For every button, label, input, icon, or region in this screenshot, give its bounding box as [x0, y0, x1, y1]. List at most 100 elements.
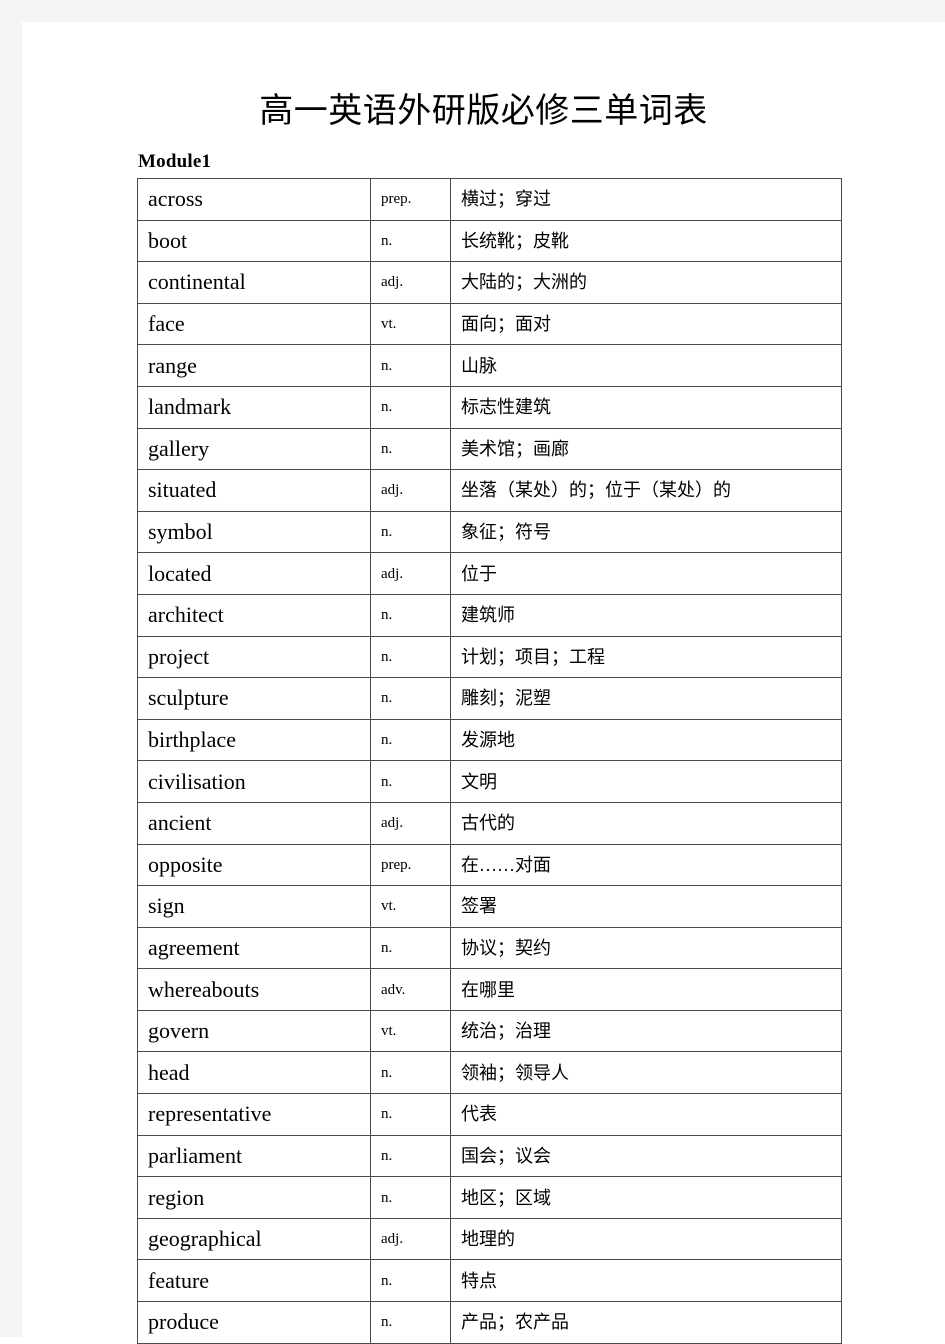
table-row: sculpture n. 雕刻；泥塑	[137, 677, 842, 720]
table-row: located adj. 位于	[137, 552, 842, 595]
page-left-margin	[0, 0, 22, 1337]
word-cell: opposite	[137, 843, 371, 887]
definition-cell: 计划；项目；工程	[450, 635, 842, 679]
table-row: geographical adj. 地理的	[137, 1217, 842, 1261]
part-of-speech-cell: vt.	[370, 302, 451, 346]
definition-cell: 地理的	[450, 1217, 842, 1261]
part-of-speech-cell: vt.	[370, 1009, 451, 1053]
definition-cell: 雕刻；泥塑	[450, 677, 842, 720]
part-of-speech-cell: n.	[370, 760, 451, 803]
word-cell: located	[137, 552, 371, 595]
definition-cell: 长统靴；皮靴	[450, 219, 842, 263]
word-cell: representative	[137, 1093, 371, 1136]
part-of-speech-cell: n.	[370, 635, 451, 679]
table-row: symbol n. 象征；符号	[137, 510, 842, 554]
table-row: continental adj. 大陆的；大洲的	[137, 261, 842, 304]
table-row: situated adj. 坐落（某处）的；位于（某处）的	[137, 469, 842, 512]
definition-cell: 建筑师	[450, 593, 842, 637]
table-row: civilisation n. 文明	[137, 760, 842, 803]
part-of-speech-cell: adj.	[370, 261, 451, 304]
document-page: 高一英语外研版必修三单词表 Module1 across prep. 横过；穿过 bo…	[22, 22, 945, 1344]
word-cell: situated	[137, 469, 371, 512]
table-row: face vt. 面向；面对	[137, 302, 842, 346]
word-cell: whereabouts	[137, 968, 371, 1011]
word-cell: govern	[137, 1009, 371, 1053]
table-row: region n. 地区；区域	[137, 1176, 842, 1219]
definition-cell: 国会；议会	[450, 1134, 842, 1178]
table-row: range n. 山脉	[137, 344, 842, 387]
word-cell: ancient	[137, 801, 371, 845]
vocabulary-table-body: across prep. 横过；穿过 boot n. 长统靴；皮靴 continental a…	[137, 178, 842, 1344]
part-of-speech-cell: n.	[370, 593, 451, 637]
word-cell: civilisation	[137, 760, 371, 803]
vocabulary-table: across prep. 横过；穿过 boot n. 长统靴；皮靴 continental a…	[137, 178, 842, 1344]
definition-cell: 象征；符号	[450, 510, 842, 554]
word-cell: sign	[137, 885, 371, 928]
definition-cell: 标志性建筑	[450, 385, 842, 429]
part-of-speech-cell: prep.	[370, 178, 451, 221]
table-row: across prep. 横过；穿过	[137, 178, 842, 221]
word-cell: region	[137, 1176, 371, 1219]
table-row: architect n. 建筑师	[137, 593, 842, 637]
definition-cell: 面向；面对	[450, 302, 842, 346]
definition-cell: 特点	[450, 1259, 842, 1303]
definition-cell: 在哪里	[450, 968, 842, 1011]
page-title: 高一英语外研版必修三单词表	[259, 92, 708, 130]
word-cell: continental	[137, 261, 371, 304]
word-cell: birthplace	[137, 718, 371, 762]
word-cell: head	[137, 1051, 371, 1095]
part-of-speech-cell: n.	[370, 718, 451, 762]
word-cell: gallery	[137, 427, 371, 471]
table-row: agreement n. 协议；契约	[137, 926, 842, 970]
table-row: head n. 领袖；领导人	[137, 1051, 842, 1095]
page-top-margin	[0, 0, 945, 22]
module-heading: Module1	[138, 151, 212, 172]
part-of-speech-cell: adj.	[370, 552, 451, 595]
table-row: parliament n. 国会；议会	[137, 1134, 842, 1178]
table-row: ancient adj. 古代的	[137, 801, 842, 845]
word-cell: range	[137, 344, 371, 387]
table-row: boot n. 长统靴；皮靴	[137, 219, 842, 263]
part-of-speech-cell: n.	[370, 677, 451, 720]
part-of-speech-cell: n.	[370, 510, 451, 554]
word-cell: project	[137, 635, 371, 679]
table-row: whereabouts adv. 在哪里	[137, 968, 842, 1011]
definition-cell: 文明	[450, 760, 842, 803]
word-cell: landmark	[137, 385, 371, 429]
definition-cell: 古代的	[450, 801, 842, 845]
table-row: feature n. 特点	[137, 1259, 842, 1303]
word-cell: architect	[137, 593, 371, 637]
table-row: project n. 计划；项目；工程	[137, 635, 842, 679]
part-of-speech-cell: adj.	[370, 801, 451, 845]
definition-cell: 坐落（某处）的；位于（某处）的	[450, 469, 842, 512]
table-row: govern vt. 统治；治理	[137, 1009, 842, 1053]
definition-cell: 山脉	[450, 344, 842, 387]
part-of-speech-cell: adj.	[370, 1217, 451, 1261]
word-cell: symbol	[137, 510, 371, 554]
part-of-speech-cell: n.	[370, 385, 451, 429]
word-cell: across	[137, 178, 371, 221]
table-row: sign vt. 签署	[137, 885, 842, 928]
word-cell: feature	[137, 1259, 371, 1303]
part-of-speech-cell: adv.	[370, 968, 451, 1011]
definition-cell: 在……对面	[450, 843, 842, 887]
table-row: birthplace n. 发源地	[137, 718, 842, 762]
definition-cell: 代表	[450, 1093, 842, 1136]
part-of-speech-cell: prep.	[370, 843, 451, 887]
part-of-speech-cell: n.	[370, 1134, 451, 1178]
table-row: gallery n. 美术馆；画廊	[137, 427, 842, 471]
definition-cell: 位于	[450, 552, 842, 595]
definition-cell: 美术馆；画廊	[450, 427, 842, 471]
definition-cell: 签署	[450, 885, 842, 928]
word-cell: boot	[137, 219, 371, 263]
part-of-speech-cell: adj.	[370, 469, 451, 512]
part-of-speech-cell: n.	[370, 1051, 451, 1095]
definition-cell: 领袖；领导人	[450, 1051, 842, 1095]
definition-cell: 发源地	[450, 718, 842, 762]
table-row: opposite prep. 在……对面	[137, 843, 842, 887]
part-of-speech-cell: n.	[370, 1093, 451, 1136]
definition-cell: 协议；契约	[450, 926, 842, 970]
part-of-speech-cell: n.	[370, 1259, 451, 1303]
table-row: landmark n. 标志性建筑	[137, 385, 842, 429]
definition-cell: 大陆的；大洲的	[450, 261, 842, 304]
